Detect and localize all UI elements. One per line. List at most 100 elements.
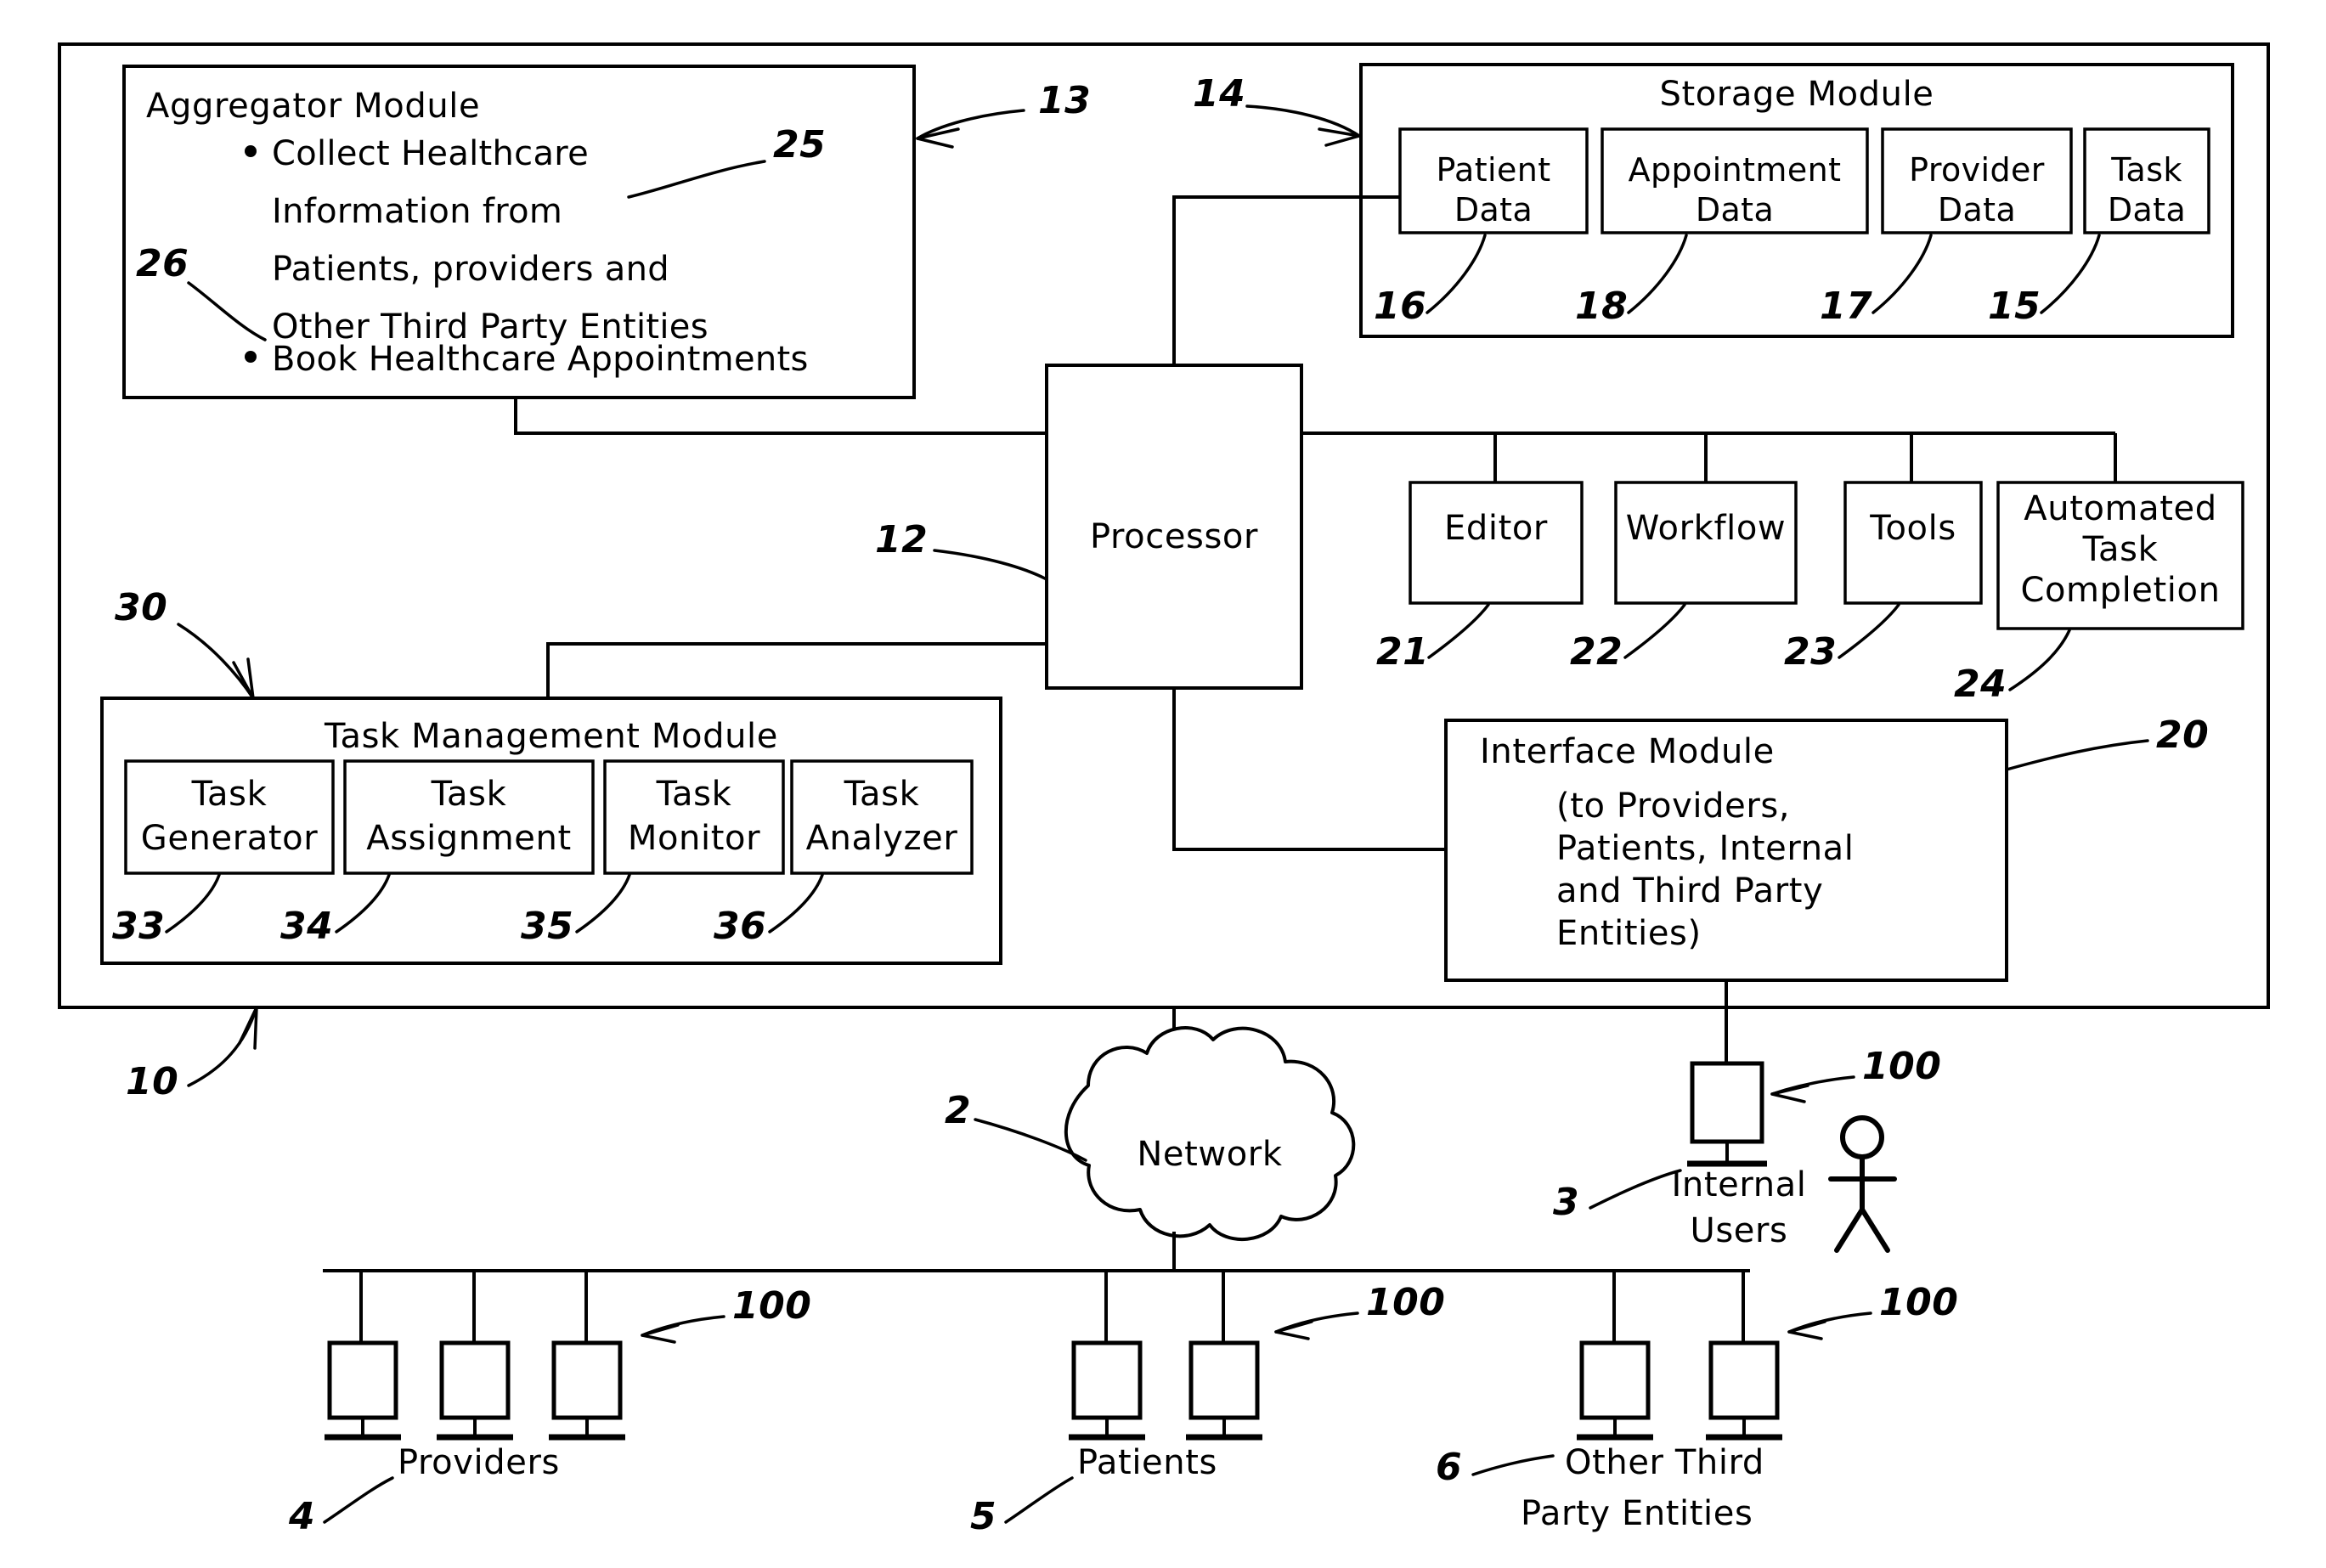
ref-25-label: 25 [773, 123, 826, 166]
computer-screen-icon [1708, 1340, 1780, 1420]
ref-24-label: 24 [1954, 663, 2007, 706]
bullet-dot-icon [245, 145, 257, 157]
ref-100-third-party-label: 100 [1879, 1281, 1958, 1324]
bullet-dot-icon [245, 351, 257, 363]
ref-4-leader-line [323, 1476, 394, 1524]
task-generator-line-1: Task [191, 775, 268, 814]
task-monitor-line-1: Task [656, 775, 732, 814]
provider-device-3[interactable] [549, 1340, 625, 1441]
automated-task-completion-line-3: Completion [2020, 571, 2220, 610]
ref-26-label: 26 [136, 242, 189, 285]
storage-item-patient-data-line-2: Data [1454, 191, 1533, 228]
task-monitor-line-2: Monitor [628, 819, 760, 858]
ref-6-label: 6 [1436, 1446, 1462, 1489]
ref-13-label: 13 [1038, 79, 1091, 122]
aggregator-bullet-1-line-3: Patients, providers and [272, 250, 669, 289]
task-assignment-line-2: Assignment [366, 819, 572, 858]
ref-2-label: 2 [945, 1089, 971, 1132]
storage-item-appointment-data-line-1: Appointment [1629, 151, 1842, 189]
automated-task-completion-line-2: Task [2082, 530, 2159, 569]
ref-33-label: 33 [112, 905, 165, 948]
ref-5-label: 5 [970, 1495, 996, 1538]
ref-34-label: 34 [280, 905, 333, 948]
network-label: Network [1137, 1135, 1282, 1174]
patient-device-2[interactable] [1186, 1340, 1262, 1441]
storage-item-provider-data-line-1: Provider [1909, 151, 2045, 189]
stick-figure-leg-right-icon [1860, 1207, 1890, 1253]
interface-module-line-3: and Third Party [1556, 871, 1823, 911]
computer-screen-icon [551, 1340, 623, 1420]
ref-16-label: 16 [1374, 285, 1426, 328]
ref-14-label: 14 [1193, 72, 1245, 116]
ref-100-patients-label: 100 [1366, 1281, 1445, 1324]
tools-label: Tools [1869, 509, 1956, 548]
ref-10-arrowhead-icon [238, 1006, 258, 1050]
computer-screen-icon [1188, 1340, 1260, 1420]
ref-15-label: 15 [1988, 285, 2041, 328]
internal-users-device[interactable] [1687, 1061, 1767, 1167]
processor-label: Processor [1090, 517, 1258, 556]
aggregator-module-title: Aggregator Module [146, 87, 480, 126]
storage-item-task-data-line-1: Task [2110, 151, 2182, 189]
ref-12-label: 12 [875, 518, 928, 561]
network-cloud-icon [1064, 1026, 1356, 1242]
third-party-device-2[interactable] [1706, 1340, 1782, 1441]
ref-17-label: 17 [1820, 285, 1872, 328]
third-party-device-1[interactable] [1577, 1340, 1653, 1441]
computer-screen-icon [327, 1340, 398, 1420]
storage-item-patient-data-line-1: Patient [1436, 151, 1550, 189]
third-party-line-1: Other Third [1565, 1443, 1764, 1482]
ref-21-label: 21 [1376, 630, 1429, 674]
patients-label: Patients [1077, 1443, 1217, 1482]
internal-users-line-2: Users [1690, 1211, 1787, 1250]
ref-3-leader-line [1589, 1169, 1682, 1210]
ref-20-label: 20 [2156, 713, 2209, 757]
task-analyzer-line-1: Task [844, 775, 920, 814]
interface-module-line-2: Patients, Internal [1556, 829, 1855, 868]
ref-4-label: 4 [288, 1495, 315, 1538]
computer-screen-icon [1690, 1061, 1764, 1144]
storage-item-task-data-line-2: Data [2108, 191, 2186, 228]
interface-module-title: Interface Module [1480, 732, 1775, 771]
automated-task-completion-line-1: Automated [2024, 489, 2216, 528]
stick-figure-icon [1828, 1115, 1897, 1253]
ref-10-leader-line [187, 1006, 258, 1087]
provider-device-2[interactable] [437, 1340, 513, 1441]
ref-18-label: 18 [1575, 285, 1628, 328]
ref-6-leader-line [1471, 1454, 1555, 1476]
interface-module-line-1: (to Providers, [1556, 787, 1790, 826]
ref-5-leader-line [1004, 1476, 1074, 1524]
editor-label: Editor [1444, 509, 1548, 548]
task-management-module-title: Task Management Module [324, 717, 778, 756]
stick-figure-leg-left-icon [1834, 1207, 1865, 1253]
stick-figure-head-icon [1840, 1115, 1884, 1159]
interface-module-line-4: Entities) [1556, 914, 1702, 953]
third-party-line-2: Party Entities [1521, 1494, 1753, 1533]
patent-figure: Aggregator Module Collect Healthcare Inf… [0, 0, 2326, 1568]
ref-35-label: 35 [521, 905, 573, 948]
aggregator-bullet-1-line-2: Information from [272, 192, 562, 231]
provider-device-1[interactable] [325, 1340, 401, 1441]
patient-device-1[interactable] [1069, 1340, 1145, 1441]
task-generator-line-2: Generator [141, 819, 319, 858]
workflow-label: Workflow [1626, 509, 1786, 548]
ref-36-label: 36 [714, 905, 766, 948]
aggregator-bullet-2-line-1: Book Healthcare Appointments [272, 340, 809, 379]
storage-item-provider-data-line-2: Data [1938, 191, 2016, 228]
computer-screen-icon [439, 1340, 511, 1420]
block-diagram-svg: Aggregator Module Collect Healthcare Inf… [58, 42, 2270, 1538]
ref-10-label: 10 [126, 1060, 178, 1103]
providers-label: Providers [398, 1443, 560, 1482]
storage-item-appointment-data-line-2: Data [1696, 191, 1774, 228]
computer-screen-icon [1071, 1340, 1143, 1420]
task-assignment-line-1: Task [431, 775, 507, 814]
ref-100-internal-users-label: 100 [1862, 1045, 1941, 1088]
ref-30-label: 30 [115, 586, 167, 629]
ref-23-label: 23 [1784, 630, 1837, 674]
ref-22-label: 22 [1570, 630, 1623, 674]
internal-users-line-1: Internal [1672, 1165, 1807, 1204]
ref-100-providers-label: 100 [732, 1284, 811, 1328]
task-analyzer-line-2: Analyzer [806, 819, 958, 858]
aggregator-bullet-1-line-1: Collect Healthcare [272, 134, 589, 173]
computer-screen-icon [1579, 1340, 1651, 1420]
